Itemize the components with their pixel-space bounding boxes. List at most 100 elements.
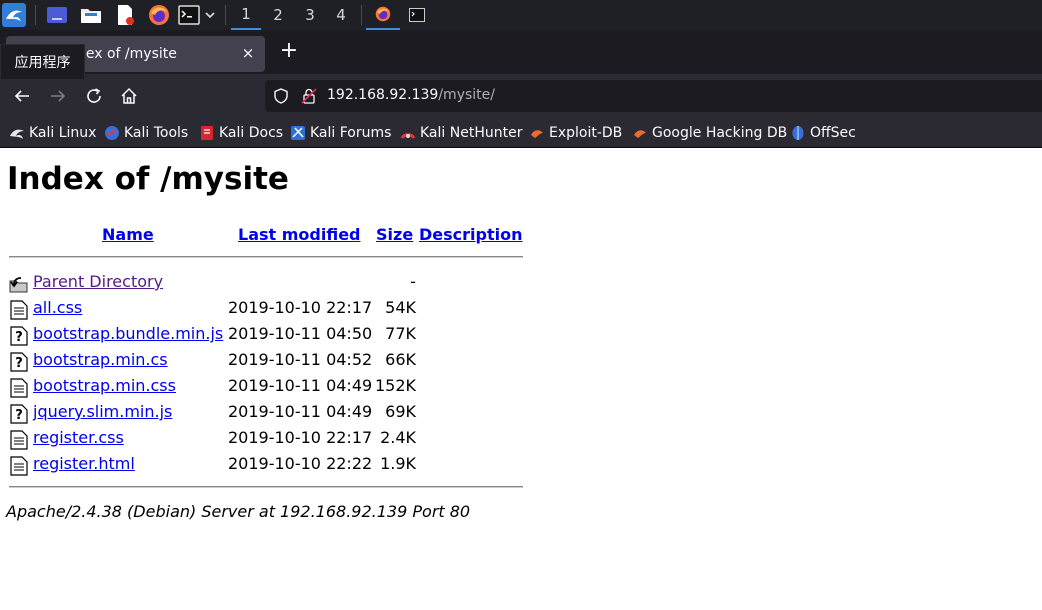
- bookmark-kali-forums[interactable]: Kali Forums: [290, 124, 391, 142]
- footer-divider: [9, 486, 523, 488]
- url-bar[interactable]: 192.168.92.139/mysite/: [265, 80, 1042, 112]
- reload-icon: [87, 88, 101, 103]
- file-link[interactable]: all.css: [33, 298, 82, 317]
- file-link[interactable]: Parent Directory: [33, 272, 163, 291]
- arrow-right-icon: [51, 90, 66, 102]
- file-date: 2019-10-10 22:22: [228, 454, 373, 473]
- column-header-size[interactable]: Size: [376, 225, 413, 244]
- home-button[interactable]: [118, 85, 140, 107]
- bookmark-label: Kali Forums: [310, 125, 392, 141]
- terminal-launcher-icon[interactable]: [177, 3, 201, 27]
- back-button[interactable]: [11, 85, 33, 107]
- page-content: Index of /mysite Name Last modified Size…: [0, 148, 1042, 610]
- url-text[interactable]: 192.168.92.139/mysite/: [327, 87, 495, 103]
- browser-tab-strip: Index of /mysite × +: [0, 30, 1042, 74]
- table-row: all.css 2019-10-10 22:17 54K: [0, 298, 530, 324]
- kali-dragon-icon: [10, 129, 24, 139]
- file-manager-icon[interactable]: [79, 3, 103, 27]
- bookmark-label: Kali Docs: [219, 125, 284, 141]
- file-size: 77K: [385, 324, 416, 343]
- shield-icon[interactable]: [273, 88, 289, 104]
- header-divider: [9, 256, 523, 258]
- table-row: bootstrap.min.css 2019-10-11 04:49 152K: [0, 376, 530, 402]
- home-icon: [121, 87, 137, 104]
- file-link[interactable]: register.css: [33, 428, 124, 447]
- file-date: 2019-10-11 04:49: [228, 376, 373, 395]
- bookmark-offsec[interactable]: OffSec: [790, 124, 856, 142]
- taskbar-separator: [225, 5, 226, 25]
- text-file-icon: [10, 456, 28, 476]
- kali-tools-icon: [105, 126, 119, 140]
- offsec-icon: [792, 126, 804, 140]
- insecure-lock-icon[interactable]: [301, 88, 317, 104]
- workspace-4[interactable]: 4: [326, 0, 356, 30]
- file-link[interactable]: jquery.slim.min.js: [33, 402, 172, 421]
- ghdb-icon: [634, 130, 646, 138]
- nethunter-icon: [400, 133, 416, 139]
- browser-navigation-bar: 192.168.92.139/mysite/: [0, 74, 1042, 118]
- back-folder-icon: [9, 277, 28, 293]
- file-link[interactable]: bootstrap.min.css: [33, 376, 176, 395]
- page-title: Index of /mysite: [7, 161, 289, 197]
- firefox-launcher-icon[interactable]: [147, 3, 171, 27]
- file-date: 2019-10-11 04:49: [228, 402, 373, 421]
- bookmark-kali-linux[interactable]: Kali Linux: [9, 124, 96, 142]
- file-size: 54K: [385, 298, 416, 317]
- unknown-file-icon: ?: [10, 326, 28, 346]
- forward-button[interactable]: [47, 85, 69, 107]
- terminal-window-icon[interactable]: [405, 3, 429, 27]
- url-path: /mysite/: [438, 87, 495, 103]
- workspace-1[interactable]: 1: [231, 0, 261, 30]
- column-header-last-modified[interactable]: Last modified: [238, 225, 361, 244]
- bookmark-label: Kali Tools: [124, 125, 189, 141]
- file-date: 2019-10-10 22:17: [228, 298, 373, 317]
- bookmark-google-hacking-db[interactable]: Google Hacking DB: [632, 124, 787, 142]
- svg-text:?: ?: [15, 408, 23, 423]
- table-row: register.html 2019-10-10 22:22 1.9K: [0, 454, 530, 480]
- arrow-left-icon: [14, 90, 29, 102]
- chevron-down-icon[interactable]: [202, 3, 218, 27]
- svg-text:?: ?: [15, 330, 23, 345]
- bookmark-exploit-db[interactable]: Exploit-DB: [529, 124, 622, 142]
- file-date: 2019-10-10 22:17: [228, 428, 373, 447]
- close-tab-icon[interactable]: ×: [239, 44, 257, 62]
- firefox-window-button[interactable]: [366, 0, 400, 30]
- bookmark-kali-nethunter[interactable]: Kali NetHunter: [400, 124, 522, 142]
- file-size: -: [410, 272, 416, 291]
- file-size: 1.9K: [380, 454, 416, 473]
- bookmark-label: OffSec: [810, 125, 856, 141]
- new-tab-button[interactable]: +: [278, 40, 300, 62]
- reload-button[interactable]: [83, 85, 105, 107]
- column-header-description[interactable]: Description: [419, 225, 522, 244]
- column-header-name[interactable]: Name: [102, 225, 154, 244]
- taskbar-separator: [35, 5, 36, 25]
- text-file-icon: [10, 300, 28, 320]
- file-link[interactable]: bootstrap.bundle.min.js: [33, 324, 223, 343]
- svg-text:?: ?: [15, 356, 23, 371]
- file-date: 2019-10-11 04:50: [228, 324, 373, 343]
- bookmark-label: Kali NetHunter: [420, 125, 523, 141]
- desktop-icon[interactable]: [45, 3, 69, 27]
- bookmark-kali-tools[interactable]: Kali Tools: [104, 124, 188, 142]
- taskbar-separator: [361, 5, 362, 25]
- bookmark-kali-docs[interactable]: Kali Docs: [199, 124, 283, 142]
- file-size: 66K: [385, 350, 416, 369]
- file-link[interactable]: bootstrap.min.cs: [33, 350, 168, 369]
- bookmark-label: Exploit-DB: [549, 125, 623, 141]
- kali-forums-icon: [291, 126, 305, 140]
- table-row: register.css 2019-10-10 22:17 2.4K: [0, 428, 530, 454]
- unknown-file-icon: ?: [10, 352, 28, 372]
- exploit-db-icon: [531, 130, 543, 138]
- unknown-file-icon: ?: [10, 404, 28, 424]
- applications-tooltip: 应用程序: [0, 44, 85, 80]
- kali-menu-icon[interactable]: [2, 3, 26, 27]
- table-row: Parent Directory -: [0, 272, 530, 298]
- workspace-3[interactable]: 3: [295, 0, 325, 30]
- bookmark-label: Kali Linux: [29, 125, 97, 141]
- workspace-2[interactable]: 2: [263, 0, 293, 30]
- system-taskbar: 1 2 3 4: [0, 0, 1042, 30]
- text-editor-icon[interactable]: [113, 3, 137, 27]
- table-row: ? bootstrap.bundle.min.js 2019-10-11 04:…: [0, 324, 530, 350]
- file-size: 2.4K: [380, 428, 416, 447]
- file-link[interactable]: register.html: [33, 454, 135, 473]
